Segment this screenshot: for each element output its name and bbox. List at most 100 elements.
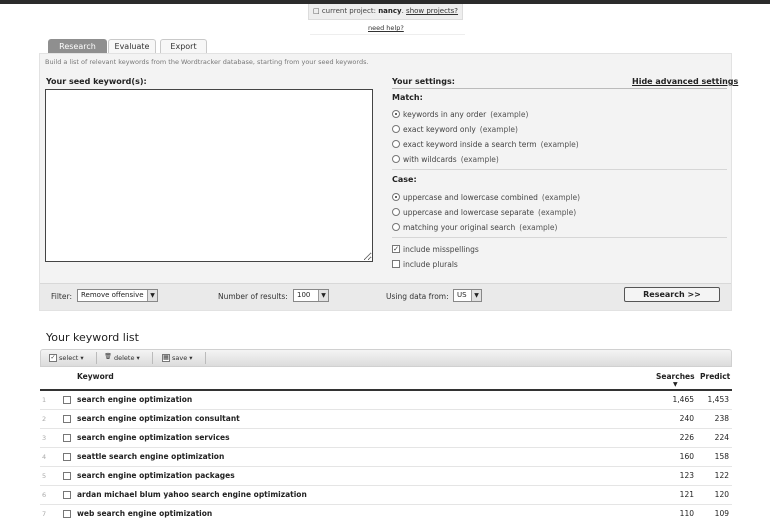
table-row[interactable]: 6 ardan michael blum yahoo search engine… [40,486,732,505]
row-number: 2 [42,415,47,423]
table-row[interactable]: 2 search engine optimization consultant … [40,410,732,429]
option-label: uppercase and lowercase separate [403,207,535,217]
row-keyword: search engine optimization [77,395,193,404]
example-link[interactable]: (example) [490,110,528,119]
row-keyword: ardan michael blum yahoo search engine o… [77,490,307,499]
row-checkbox[interactable] [63,472,71,480]
example-link[interactable]: (example) [542,193,580,202]
radio-icon[interactable] [392,125,400,133]
row-checkbox[interactable] [63,491,71,499]
project-name: nancy [378,7,402,15]
data-from-value: US [457,291,467,299]
column-keyword[interactable]: Keyword [77,372,114,381]
tab-evaluate[interactable]: Evaluate [108,39,156,54]
row-searches: 240 [679,414,694,423]
row-searches: 110 [679,509,694,518]
divider [392,169,727,170]
match-option-any-order[interactable]: keywords in any order (example) [392,109,528,119]
example-link[interactable]: (example) [541,140,579,149]
example-link[interactable]: (example) [538,208,576,217]
research-button[interactable]: Research >> [624,287,720,302]
table-row[interactable]: 1 search engine optimization 1,465 1,453 [40,391,732,410]
match-option-exact-inside[interactable]: exact keyword inside a search term (exam… [392,139,579,149]
radio-selected-icon[interactable] [392,110,400,118]
row-searches: 160 [679,452,694,461]
select-label: select [59,354,79,362]
select-button[interactable]: ✓ select ▾ [49,353,84,363]
radio-icon[interactable] [392,140,400,148]
results-label: Number of results: [218,292,288,301]
checkbox-icon[interactable] [392,260,400,268]
keyword-list-title: Your keyword list [46,331,139,344]
row-number: 1 [42,396,47,404]
row-keyword: search engine optimization services [77,433,230,442]
table-row[interactable]: 5 search engine optimization packages 12… [40,467,732,486]
row-checkbox[interactable] [63,510,71,518]
row-searches: 1,465 [672,395,694,404]
tab-export[interactable]: Export [160,39,207,54]
chevron-down-icon: ▼ [471,290,481,301]
save-label: save [172,354,188,362]
filter-label: Filter: [51,292,72,301]
row-keyword: web search engine optimization [77,509,213,518]
divider [152,352,153,364]
table-row[interactable]: 7 web search engine optimization 110 109 [40,505,732,522]
row-predict: 109 [714,509,729,518]
row-number: 7 [42,510,47,518]
row-checkbox[interactable] [63,434,71,442]
example-link[interactable]: (example) [519,223,557,232]
match-option-wildcards[interactable]: with wildcards (example) [392,154,499,164]
case-option-separate[interactable]: uppercase and lowercase separate (exampl… [392,207,576,217]
folder-icon: □ [312,7,320,15]
keyword-table-header [40,367,732,391]
table-row[interactable]: 4 seattle search engine optimization 160… [40,448,732,467]
save-button[interactable]: ▦ save ▾ [162,353,193,363]
chevron-down-icon: ▼ [147,290,157,301]
seed-keywords-input[interactable] [45,89,373,262]
filter-select[interactable]: Remove offensive ▼ [77,289,158,302]
row-checkbox[interactable] [63,453,71,461]
case-option-matching[interactable]: matching your original search (example) [392,222,557,232]
column-searches[interactable]: Searches [656,372,695,381]
row-searches: 123 [679,471,694,480]
row-number: 5 [42,472,47,480]
need-help-link[interactable]: need help? [368,24,404,32]
chevron-down-icon: ▼ [318,290,328,301]
option-label: exact keyword only [403,124,476,134]
research-intro: Build a list of relevant keywords from t… [45,58,369,66]
row-searches: 121 [679,490,694,499]
checkbox-checked-icon[interactable]: ✓ [392,245,400,253]
row-checkbox[interactable] [63,396,71,404]
match-option-exact-only[interactable]: exact keyword only (example) [392,124,518,134]
example-link[interactable]: (example) [461,155,499,164]
results-select[interactable]: 100 ▼ [293,289,329,302]
current-project-label: current project: [321,7,376,15]
checkbox-icon: ✓ [49,354,57,362]
show-projects-link[interactable]: show projects? [406,7,458,15]
divider [205,352,206,364]
tab-research[interactable]: Research [48,39,107,54]
disk-icon: ▦ [162,354,170,362]
hide-advanced-settings-link[interactable]: Hide advanced settings [632,77,738,86]
option-label: with wildcards [403,154,457,164]
row-predict: 122 [714,471,729,480]
delete-label: delete [114,354,135,362]
delete-button[interactable]: 🗑 delete ▾ [104,353,140,363]
row-keyword: search engine optimization consultant [77,414,240,423]
case-option-combined[interactable]: uppercase and lowercase combined (exampl… [392,192,580,202]
table-row[interactable]: 3 search engine optimization services 22… [40,429,732,448]
radio-icon[interactable] [392,223,400,231]
radio-selected-icon[interactable] [392,193,400,201]
divider [392,88,727,89]
data-from-select[interactable]: US ▼ [453,289,482,302]
row-number: 6 [42,491,47,499]
include-plurals-checkbox[interactable]: include plurals [392,259,458,269]
radio-icon[interactable] [392,155,400,163]
option-label: keywords in any order [403,109,487,119]
radio-icon[interactable] [392,208,400,216]
option-label: matching your original search [403,222,516,232]
example-link[interactable]: (example) [480,125,518,134]
row-checkbox[interactable] [63,415,71,423]
column-predict[interactable]: Predict [700,372,730,381]
include-misspellings-checkbox[interactable]: ✓ include misspellings [392,244,479,254]
